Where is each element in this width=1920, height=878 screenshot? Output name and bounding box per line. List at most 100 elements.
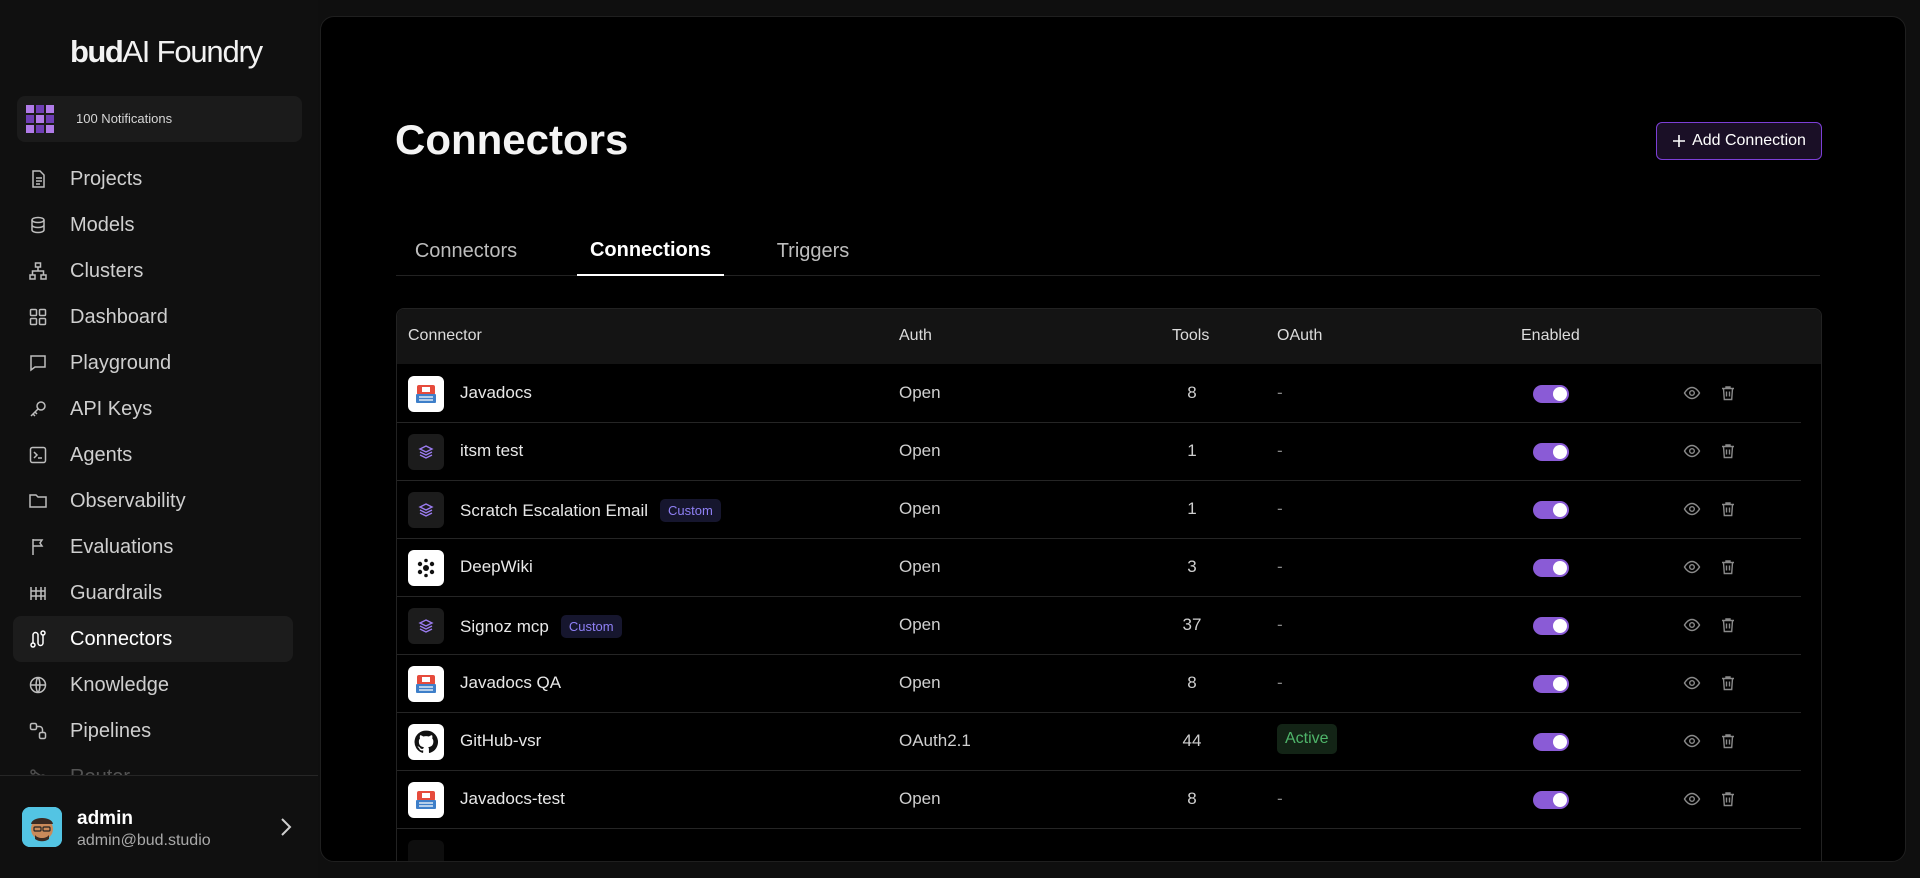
sidebar-nav: Projects Models Clusters Dashboard Playg…: [13, 156, 293, 800]
enabled-toggle[interactable]: [1533, 385, 1569, 403]
eye-icon[interactable]: [1683, 384, 1701, 402]
main-panel: Connectors Add Connection Connectors Con…: [320, 16, 1906, 862]
sidebar-item-label: Connectors: [70, 627, 173, 650]
enabled-toggle[interactable]: [1533, 733, 1569, 751]
sidebar-item-label: Pipelines: [70, 719, 152, 742]
sidebar-item-clusters[interactable]: Clusters: [13, 248, 293, 294]
chevron-right-icon[interactable]: [279, 816, 293, 838]
user-name: admin: [77, 808, 133, 829]
tab-connections[interactable]: Connections: [577, 227, 724, 276]
table-header: Connector Auth Tools OAuth Enabled: [397, 309, 1821, 364]
eye-icon[interactable]: [1683, 558, 1701, 576]
auth-cell: Open: [899, 615, 941, 634]
sidebar-item-models[interactable]: Models: [13, 202, 293, 248]
file-icon: [32, 170, 45, 188]
sidebar-item-playground[interactable]: Playground: [13, 340, 293, 386]
enabled-toggle[interactable]: [1533, 559, 1569, 577]
eye-icon[interactable]: [1683, 500, 1701, 518]
connector-name: GitHub-vsr: [460, 731, 542, 750]
sidebar-item-observability[interactable]: Observability: [13, 478, 293, 524]
user-email: admin@bud.studio: [77, 832, 211, 849]
eye-icon[interactable]: [1683, 732, 1701, 750]
layers-icon: [408, 608, 444, 644]
add-connection-label: Add Connection: [1692, 132, 1806, 149]
github-icon: [408, 724, 444, 760]
connections-table: Connector Auth Tools OAuth Enabled Javad…: [396, 308, 1822, 861]
logo-bold: bud: [70, 34, 124, 69]
sidebar-item-label: Dashboard: [70, 305, 168, 328]
sidebar-item-pipelines[interactable]: Pipelines: [13, 708, 293, 754]
connector-name: Javadocs-test: [460, 789, 565, 808]
tab-connectors[interactable]: Connectors: [396, 227, 536, 275]
sidebar-item-evaluations[interactable]: Evaluations: [13, 524, 293, 570]
col-auth: Auth: [899, 327, 932, 344]
connector-name: Signoz mcp Custom: [460, 615, 622, 638]
sidebar-item-guardrails[interactable]: Guardrails: [13, 570, 293, 616]
trash-icon[interactable]: [1719, 442, 1737, 460]
tab-triggers[interactable]: Triggers: [758, 227, 868, 275]
trash-icon[interactable]: [1719, 384, 1737, 402]
enabled-toggle[interactable]: [1533, 501, 1569, 519]
trash-icon[interactable]: [1719, 616, 1737, 634]
col-connector: Connector: [408, 327, 482, 344]
terminal-icon: [29, 446, 47, 464]
auth-cell: Open: [899, 499, 941, 518]
brand-logo[interactable]: budAI Foundry: [70, 34, 263, 70]
trash-icon[interactable]: [1719, 790, 1737, 808]
eye-icon[interactable]: [1683, 790, 1701, 808]
auth-cell: Open: [899, 441, 941, 460]
enabled-toggle[interactable]: [1533, 791, 1569, 809]
table-row[interactable]: Javadocs-test Open 8 -: [397, 770, 1801, 829]
table-row[interactable]: itsm test Open 1 -: [397, 422, 1801, 481]
sidebar-item-knowledge[interactable]: Knowledge: [13, 662, 293, 708]
trash-icon[interactable]: [1719, 674, 1737, 692]
tab-label: Connections: [589, 239, 712, 261]
oauth-cell: -: [1277, 441, 1283, 460]
trash-icon[interactable]: [1719, 732, 1737, 750]
tools-cell: 1: [1187, 499, 1197, 518]
folder-icon: [29, 494, 47, 508]
user-profile[interactable]: admin admin@bud.studio: [0, 775, 318, 878]
enabled-toggle[interactable]: [1533, 443, 1569, 461]
network-icon: [29, 262, 47, 280]
flag-icon: [32, 539, 44, 555]
layers-icon: [408, 492, 444, 528]
tools-cell: 37: [1182, 615, 1202, 634]
enabled-toggle[interactable]: [1533, 617, 1569, 635]
sidebar-item-api-keys[interactable]: API Keys: [13, 386, 293, 432]
auth-cell: Open: [899, 789, 941, 808]
table-row[interactable]: DeepWiki Open 3 -: [397, 538, 1801, 597]
trash-icon[interactable]: [1719, 558, 1737, 576]
trash-icon[interactable]: [1719, 500, 1737, 518]
oauth-status-badge: Active: [1277, 724, 1337, 754]
sidebar-item-label: Guardrails: [70, 581, 163, 604]
oauth-cell: -: [1277, 499, 1283, 518]
route-icon: [30, 630, 46, 648]
sidebar-item-dashboard[interactable]: Dashboard: [13, 294, 293, 340]
sidebar-item-agents[interactable]: Agents: [13, 432, 293, 478]
sidebar-item-label: Playground: [70, 351, 172, 374]
sidebar-item-connectors[interactable]: Connectors: [13, 616, 293, 662]
notifications-bar[interactable]: 100 Notifications: [17, 96, 302, 142]
eye-icon[interactable]: [1683, 616, 1701, 634]
avatar: [22, 807, 62, 847]
oauth-cell: -: [1277, 789, 1283, 808]
table-row[interactable]: Javadocs QA Open 8 -: [397, 654, 1801, 713]
table-row[interactable]: Javadocs Open 8 -: [397, 364, 1801, 423]
table-row[interactable]: Scratch Escalation Email Custom Open 1 -: [397, 480, 1801, 539]
table-row[interactable]: GitHub-vsr OAuth2.1 44 Active: [397, 712, 1801, 771]
auth-cell: Open: [899, 557, 941, 576]
col-tools: Tools: [1172, 327, 1210, 344]
sidebar-item-projects[interactable]: Projects: [13, 156, 293, 202]
logo-rest: AI Foundry: [122, 34, 263, 69]
eye-icon[interactable]: [1683, 442, 1701, 460]
enabled-toggle[interactable]: [1533, 675, 1569, 693]
sidebar-item-label: Observability: [70, 489, 186, 512]
eye-icon[interactable]: [1683, 674, 1701, 692]
tools-cell: 44: [1182, 731, 1202, 750]
add-connection-button[interactable]: Add Connection: [1656, 122, 1822, 160]
table-row[interactable]: [397, 828, 1801, 861]
tools-cell: 1: [1187, 441, 1197, 460]
pipeline-icon: [29, 722, 47, 740]
table-row[interactable]: Signoz mcp Custom Open 37 -: [397, 596, 1801, 655]
